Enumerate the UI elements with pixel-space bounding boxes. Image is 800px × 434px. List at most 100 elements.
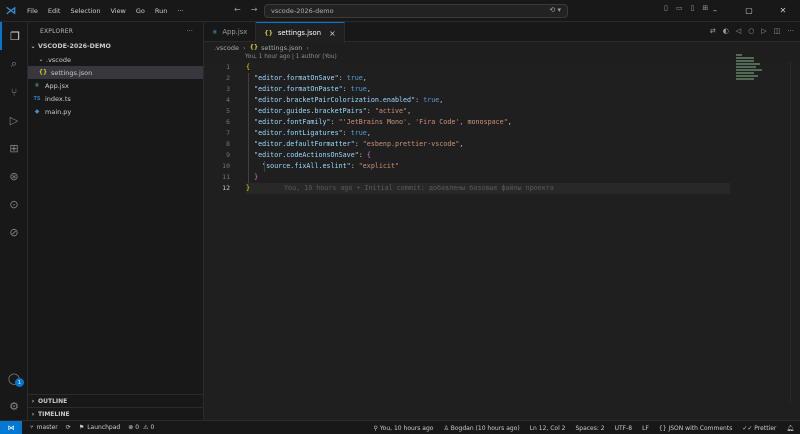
chevron-right-icon: › [31, 397, 35, 405]
menu-go[interactable]: Go [131, 0, 150, 22]
go-back-icon[interactable]: ◁ [736, 27, 741, 35]
editor-tabs: ⚛ App.jsx {} settings.json × ⇄ ◐ ◁ ○ ▷ ◫… [204, 22, 800, 43]
code-lines[interactable]: { "editor.formatOnSave": true, "editor.f… [246, 62, 746, 194]
source-control-icon[interactable]: ⑂ [0, 78, 28, 106]
close-window-icon[interactable]: ✕ [766, 0, 800, 22]
toggle-primary-sidebar-icon[interactable]: ▯ [664, 4, 668, 12]
react-file-icon: ⚛ [34, 82, 40, 89]
activity-bar: ❐ ⌕ ⑂ ▷ ⊞ ⊛ ⊙ ⊘ ◯ 1 ⚙ [0, 22, 28, 420]
git-branch[interactable]: master [37, 424, 58, 431]
gitlens-inspect-icon[interactable]: ⊘ [0, 218, 28, 246]
tree-item-vscode-folder[interactable]: ⌄ .vscode [28, 53, 203, 66]
tree-item-main-py[interactable]: ◆ main.py [28, 105, 203, 118]
code-line: "editor.formatOnPaste": true, [246, 84, 746, 95]
cursor-position[interactable]: Ln 12, Col 2 [530, 425, 566, 432]
account-icon[interactable]: ◯ 1 [0, 364, 28, 392]
tree-item-label: index.ts [45, 94, 71, 103]
menu-edit[interactable]: Edit [43, 0, 66, 22]
split-editor-icon[interactable]: ◫ [774, 27, 781, 35]
end-of-line[interactable]: LF [642, 425, 649, 432]
code-line-current: } You, 10 hours ago • Initial commit: доб… [246, 183, 730, 194]
search-icon[interactable]: ⌕ [0, 50, 28, 78]
language-mode[interactable]: {} JSON with Comments [659, 425, 732, 432]
menu-run[interactable]: Run [150, 0, 172, 22]
tree-item-app-jsx[interactable]: ⚛ App.jsx [28, 79, 203, 92]
command-center-label: vscode-2026-demo [271, 7, 334, 15]
compare-changes-icon[interactable]: ⇄ [710, 27, 716, 35]
git-branch-icon: ⑂ [30, 424, 34, 431]
run-debug-icon[interactable]: ▷ [0, 106, 28, 134]
tree-item-label: App.jsx [45, 81, 69, 90]
json-file-icon: {} [38, 69, 48, 76]
close-tab-icon[interactable]: × [329, 29, 336, 38]
code-line: "editor.fontFamily": "'JetBrains Mono', … [246, 117, 746, 128]
code-line: "editor.fontLigatures": true, [246, 128, 746, 139]
forward-arrow-icon[interactable]: → [251, 5, 258, 14]
minimize-icon[interactable]: – [698, 0, 732, 22]
settings-gear-icon[interactable]: ⚙ [0, 392, 28, 420]
tab-app-jsx[interactable]: ⚛ App.jsx [204, 22, 257, 42]
chevron-right-icon: › [31, 410, 35, 418]
tree-item-index-ts[interactable]: TS index.ts [28, 92, 203, 105]
explorer-icon[interactable]: ❐ [0, 22, 28, 50]
menu-selection[interactable]: Selection [65, 0, 105, 22]
blame-status[interactable]: ⚲ You, 10 hours ago [374, 425, 434, 432]
gitlens-codelens[interactable]: You, 1 hour ago | 1 author (You) [245, 54, 337, 60]
code-line: } [246, 172, 746, 183]
tab-settings-json[interactable]: {} settings.json × [256, 22, 345, 43]
indentation[interactable]: Spaces: 2 [575, 425, 604, 432]
editor-scrollbar[interactable] [790, 62, 800, 402]
minimap[interactable] [736, 54, 762, 84]
encoding[interactable]: UTF-8 [615, 425, 633, 432]
line-number: 7 [226, 129, 230, 137]
code-line: { [246, 63, 251, 71]
warning-icon: ⚠ [143, 424, 149, 431]
code-line: "editor.bracketPairColorization.enabled"… [246, 95, 746, 106]
menu-view[interactable]: View [105, 0, 130, 22]
toggle-secondary-sidebar-icon[interactable]: ▯ [690, 4, 694, 12]
author-status[interactable]: ♙ Bogdan (10 hours ago) [443, 425, 519, 432]
warning-count[interactable]: 0 [150, 424, 154, 431]
chevron-right-icon: › [242, 43, 246, 52]
editor-actions: ⇄ ◐ ◁ ○ ▷ ◫ ··· [710, 27, 794, 35]
notifications-bell-icon[interactable]: 🔔︎ [786, 425, 794, 432]
python-file-icon: ◆ [34, 108, 40, 115]
line-number: 2 [226, 74, 230, 82]
menu-file[interactable]: File [22, 0, 43, 22]
copilot-icon[interactable]: ⟲ ▾ [549, 6, 561, 14]
menu-bar: File Edit Selection View Go Run ··· [22, 0, 189, 22]
more-actions-icon[interactable]: ··· [787, 27, 794, 35]
toggle-blame-icon[interactable]: ○ [748, 27, 754, 35]
vscode-logo-icon: ⋊ [5, 4, 17, 17]
outline-section[interactable]: › OUTLINE [28, 394, 204, 407]
line-number: 10 [222, 162, 230, 170]
breadcrumb-file[interactable]: settings.json [261, 44, 302, 52]
explorer-header: EXPLORER ··· [28, 22, 203, 40]
timeline-section[interactable]: › TIMELINE [28, 407, 204, 420]
open-changes-icon[interactable]: ◐ [723, 27, 729, 35]
tree-item-settings-json[interactable]: {} settings.json [28, 66, 203, 79]
gitlens-icon[interactable]: ⊛ [0, 162, 28, 190]
back-arrow-icon[interactable]: ← [234, 5, 241, 14]
toggle-panel-icon[interactable]: ▭ [676, 4, 683, 12]
prettier-status[interactable]: ✓✓ Prettier [742, 425, 776, 432]
typescript-file-icon: TS [33, 95, 41, 102]
code-editor[interactable]: 1 2 3 4 5 6 7 8 9 10 11 12 { "editor.for… [204, 62, 800, 402]
maximize-icon[interactable]: ▢ [732, 0, 766, 22]
command-center-search[interactable]: vscode-2026-demo ⟲ ▾ [264, 4, 568, 18]
workspace-root[interactable]: ⌄ VSCODE-2026-DEMO [28, 40, 203, 53]
menu-more[interactable]: ··· [172, 0, 188, 22]
extensions-icon[interactable]: ⊞ [0, 134, 28, 162]
breadcrumb-folder[interactable]: .vscode [214, 44, 239, 52]
remote-indicator-icon[interactable]: ⋈ [0, 420, 22, 434]
launchpad[interactable]: Launchpad [87, 424, 120, 431]
explorer-sidebar: EXPLORER ··· ⌄ VSCODE-2026-DEMO ⌄ .vscod… [28, 22, 204, 420]
remote-explorer-icon[interactable]: ⊙ [0, 190, 28, 218]
error-count[interactable]: 0 [135, 424, 139, 431]
sync-icon[interactable]: ⟳ [66, 424, 71, 431]
json-file-icon: {} [264, 29, 273, 37]
go-forward-icon[interactable]: ▷ [761, 27, 766, 35]
tab-label: settings.json [277, 29, 322, 37]
explorer-more-icon[interactable]: ··· [187, 28, 193, 35]
workspace-root-label: VSCODE-2026-DEMO [38, 43, 111, 50]
